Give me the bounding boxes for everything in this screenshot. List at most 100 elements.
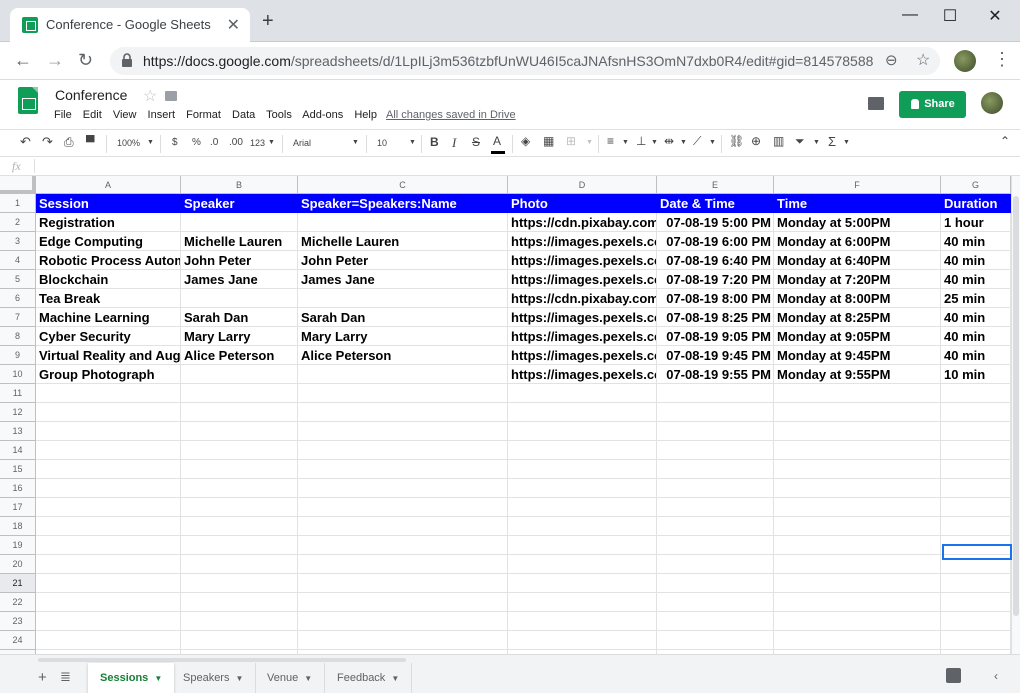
header-cell[interactable]: Time xyxy=(774,194,941,213)
insert-comment-icon[interactable]: ⊕ xyxy=(751,134,761,148)
table-cell[interactable]: 07-08-19 5:00 PM xyxy=(657,213,774,232)
row-header[interactable]: 4 xyxy=(0,251,36,270)
vertical-scroll-thumb[interactable] xyxy=(1013,196,1019,616)
empty-cell[interactable] xyxy=(508,498,657,517)
empty-cell[interactable] xyxy=(508,574,657,593)
table-cell[interactable]: Blockchain xyxy=(36,270,181,289)
menu-tools[interactable]: Tools xyxy=(266,109,292,121)
empty-cell[interactable] xyxy=(181,517,298,536)
empty-cell[interactable] xyxy=(298,422,508,441)
table-cell[interactable]: Monday at 8:00PM xyxy=(774,289,941,308)
empty-cell[interactable] xyxy=(298,555,508,574)
selected-cell[interactable] xyxy=(942,544,1012,560)
functions-button[interactable]: Σ xyxy=(828,134,836,149)
empty-cell[interactable] xyxy=(36,498,181,517)
empty-cell[interactable] xyxy=(941,631,1011,650)
chevron-down-icon[interactable]: ▼ xyxy=(304,674,312,683)
rotation-caret-icon[interactable]: ▼ xyxy=(709,139,716,146)
empty-cell[interactable] xyxy=(657,384,774,403)
row-header[interactable]: 15 xyxy=(0,460,36,479)
filter-caret-icon[interactable]: ▼ xyxy=(813,139,820,146)
empty-cell[interactable] xyxy=(941,612,1011,631)
zoom-caret-icon[interactable]: ▼ xyxy=(147,139,154,146)
table-cell[interactable] xyxy=(298,365,508,384)
empty-cell[interactable] xyxy=(36,441,181,460)
empty-cell[interactable] xyxy=(298,479,508,498)
halign-caret-icon[interactable]: ▼ xyxy=(622,139,629,146)
header-cell[interactable]: Date & Time xyxy=(657,194,774,213)
empty-cell[interactable] xyxy=(36,536,181,555)
zoom-select[interactable]: 100% xyxy=(117,138,140,148)
row-header[interactable]: 18 xyxy=(0,517,36,536)
empty-cell[interactable] xyxy=(657,498,774,517)
empty-cell[interactable] xyxy=(657,593,774,612)
column-header[interactable]: E xyxy=(657,176,774,194)
zoom-icon[interactable]: ⊖ xyxy=(885,51,898,69)
table-cell[interactable]: 10 min xyxy=(941,365,1011,384)
header-cell[interactable]: Duration xyxy=(941,194,1011,213)
merge-cells-icon[interactable]: ⊞ xyxy=(566,134,576,148)
percent-format-button[interactable]: % xyxy=(192,137,201,148)
empty-cell[interactable] xyxy=(36,422,181,441)
table-cell[interactable]: Monday at 6:00PM xyxy=(774,232,941,251)
table-cell[interactable]: 07-08-19 6:40 PM xyxy=(657,251,774,270)
comment-icon[interactable] xyxy=(868,97,884,110)
empty-cell[interactable] xyxy=(774,536,941,555)
empty-cell[interactable] xyxy=(657,536,774,555)
save-status[interactable]: All changes saved in Drive xyxy=(386,109,516,121)
table-cell[interactable]: https://cdn.pixabay.com/ xyxy=(508,213,657,232)
add-sheet-icon[interactable]: + xyxy=(38,669,47,686)
empty-cell[interactable] xyxy=(181,479,298,498)
table-cell[interactable] xyxy=(181,365,298,384)
empty-cell[interactable] xyxy=(181,555,298,574)
empty-cell[interactable] xyxy=(774,574,941,593)
row-header[interactable]: 11 xyxy=(0,384,36,403)
menu-insert[interactable]: Insert xyxy=(148,109,176,121)
increase-decimal-button[interactable]: .00 xyxy=(229,137,243,148)
horizontal-align-icon[interactable]: ≡ xyxy=(607,134,614,148)
table-cell[interactable]: https://cdn.pixabay.com/ xyxy=(508,289,657,308)
table-cell[interactable]: 40 min xyxy=(941,251,1011,270)
table-cell[interactable]: 07-08-19 9:45 PM xyxy=(657,346,774,365)
empty-cell[interactable] xyxy=(298,612,508,631)
column-header[interactable]: C xyxy=(298,176,508,194)
redo-icon[interactable]: ↷ xyxy=(42,134,53,150)
vertical-align-icon[interactable]: ⊥ xyxy=(636,134,646,148)
empty-cell[interactable] xyxy=(181,536,298,555)
chevron-down-icon[interactable]: ▼ xyxy=(235,674,243,683)
table-cell[interactable]: Alice Peterson xyxy=(181,346,298,365)
browser-tab[interactable]: Conference - Google Sheets ✕ xyxy=(10,8,250,42)
insert-chart-icon[interactable]: ▥ xyxy=(773,134,784,148)
sheets-logo-icon[interactable] xyxy=(18,87,38,114)
new-tab-icon[interactable]: + xyxy=(262,11,274,31)
empty-cell[interactable] xyxy=(774,422,941,441)
share-button[interactable]: Share xyxy=(899,91,966,118)
reload-icon[interactable]: ↻ xyxy=(78,50,93,71)
browser-menu-icon[interactable]: ⋮ xyxy=(993,49,1011,70)
table-cell[interactable]: Group Photograph xyxy=(36,365,181,384)
empty-cell[interactable] xyxy=(181,631,298,650)
empty-cell[interactable] xyxy=(657,555,774,574)
table-cell[interactable]: 25 min xyxy=(941,289,1011,308)
empty-cell[interactable] xyxy=(298,631,508,650)
borders-icon[interactable]: ▦ xyxy=(543,134,554,148)
empty-cell[interactable] xyxy=(657,441,774,460)
table-cell[interactable]: James Jane xyxy=(298,270,508,289)
header-cell[interactable]: Photo xyxy=(508,194,657,213)
empty-cell[interactable] xyxy=(774,612,941,631)
empty-cell[interactable] xyxy=(36,631,181,650)
formats-caret-icon[interactable]: ▼ xyxy=(268,139,275,146)
empty-cell[interactable] xyxy=(941,422,1011,441)
row-header[interactable]: 7 xyxy=(0,308,36,327)
table-cell[interactable]: 07-08-19 9:55 PM xyxy=(657,365,774,384)
row-header[interactable]: 12 xyxy=(0,403,36,422)
empty-cell[interactable] xyxy=(508,517,657,536)
row-header[interactable]: 13 xyxy=(0,422,36,441)
valign-caret-icon[interactable]: ▼ xyxy=(651,139,658,146)
empty-cell[interactable] xyxy=(508,403,657,422)
empty-cell[interactable] xyxy=(774,631,941,650)
profile-avatar[interactable] xyxy=(954,50,976,72)
table-cell[interactable] xyxy=(181,289,298,308)
menu-help[interactable]: Help xyxy=(354,109,377,121)
empty-cell[interactable] xyxy=(181,498,298,517)
